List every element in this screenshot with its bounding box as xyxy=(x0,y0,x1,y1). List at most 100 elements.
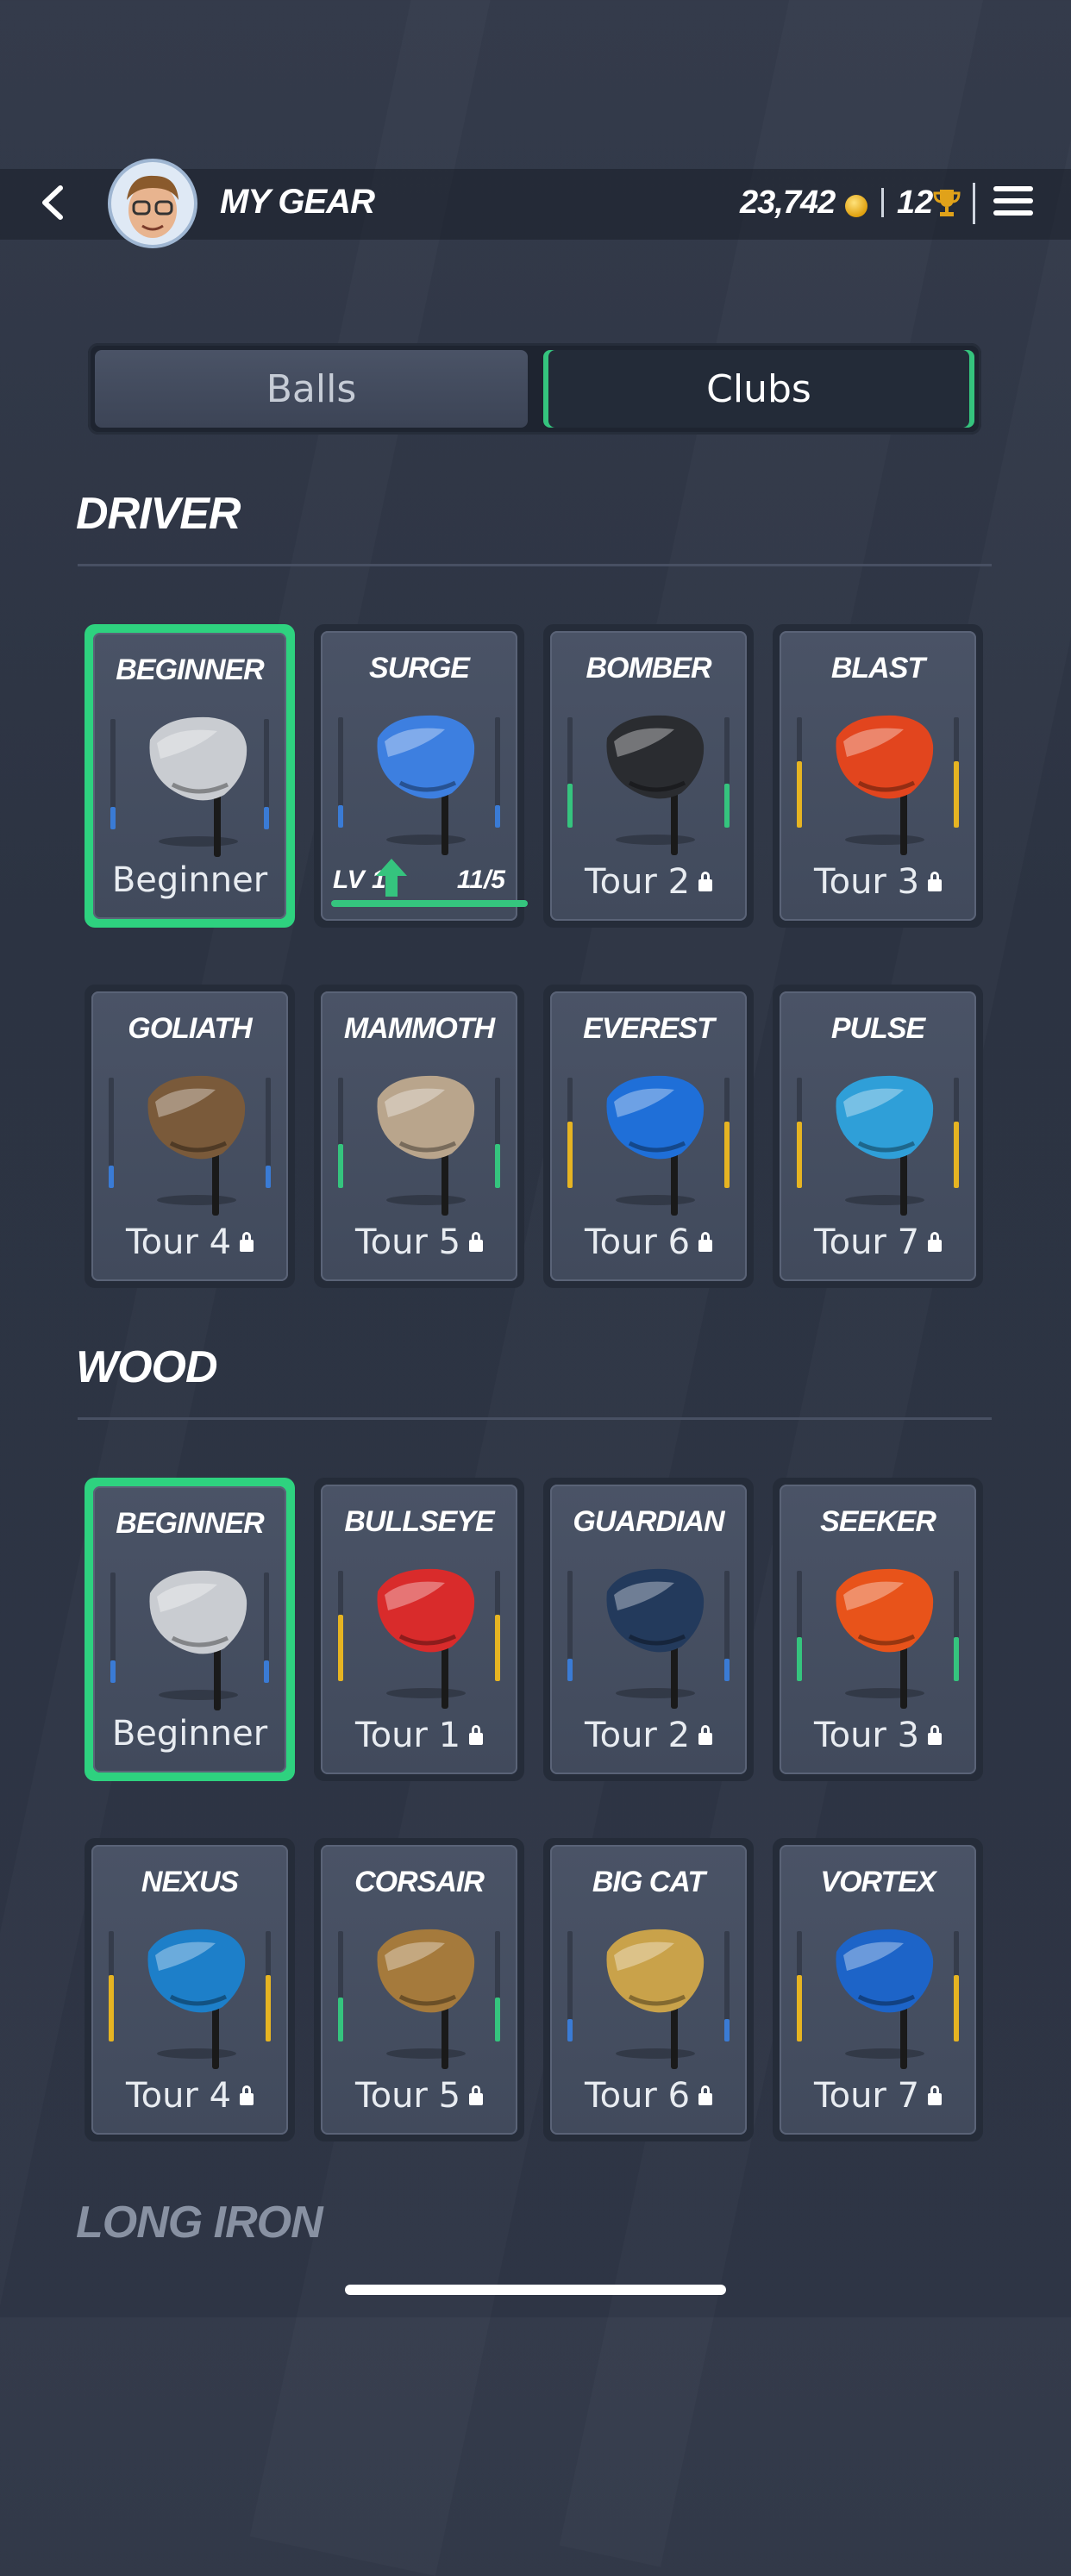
club-head-icon xyxy=(836,1568,934,1709)
back-arrow-icon[interactable] xyxy=(34,183,74,222)
lock-icon xyxy=(928,872,943,891)
tab-clubs[interactable]: Clubs xyxy=(543,350,974,428)
lock-icon xyxy=(240,1232,254,1252)
stat-bar-right xyxy=(264,719,269,829)
divider xyxy=(881,188,884,217)
stat-bar-left xyxy=(338,1078,343,1188)
tier-text: Tour 3 xyxy=(813,1716,920,1755)
stat-bar-right xyxy=(724,1931,730,2041)
hamburger-menu-icon[interactable] xyxy=(993,183,1033,222)
club-tier-label: Tour 1 xyxy=(321,1716,517,1755)
club-name: SEEKER xyxy=(820,1505,936,1538)
tab-balls[interactable]: Balls xyxy=(95,350,528,428)
club-card-body: GOLIATH Tour 4 xyxy=(91,991,288,1281)
tier-text: Tour 2 xyxy=(584,1716,691,1755)
stat-bar-left xyxy=(338,717,343,828)
lock-icon xyxy=(469,1232,484,1252)
lock-icon xyxy=(928,2085,943,2105)
club-card-body: EVEREST Tour 6 xyxy=(550,991,747,1281)
stat-bar-left xyxy=(797,1571,802,1681)
stat-bar-right xyxy=(264,1572,269,1683)
club-card[interactable]: CORSAIR Tour 5 xyxy=(314,1838,524,2141)
club-card[interactable]: NEXUS Tour 4 xyxy=(85,1838,295,2141)
club-card[interactable]: PULSE Tour 7 xyxy=(773,985,983,1288)
club-card-body: BEGINNER Beginner xyxy=(93,633,286,919)
stat-bar-right xyxy=(495,1931,500,2041)
lock-icon xyxy=(240,2085,254,2105)
club-card[interactable]: MAMMOTH Tour 5 xyxy=(314,985,524,1288)
club-name: BEGINNER xyxy=(116,1507,264,1540)
club-card-body: NEXUS Tour 4 xyxy=(91,1845,288,2135)
section-divider xyxy=(78,564,992,566)
lock-icon xyxy=(698,872,713,891)
club-tier-label: Beginner xyxy=(93,1714,286,1754)
tier-text: Tour 5 xyxy=(354,2076,461,2116)
club-head-icon xyxy=(149,1570,247,1710)
stat-bar-right xyxy=(724,1571,730,1681)
stat-bar-left xyxy=(109,1931,114,2041)
stat-bar-right xyxy=(495,1571,500,1681)
club-name: BOMBER xyxy=(586,652,711,685)
club-tier-label: Tour 6 xyxy=(550,2076,747,2116)
lock-icon xyxy=(928,1725,943,1745)
club-card[interactable]: SURGE LV 1 11/5 xyxy=(314,624,528,928)
tier-text: Tour 6 xyxy=(584,1222,691,1262)
lock-icon xyxy=(469,1725,484,1745)
club-card[interactable]: VORTEX Tour 7 xyxy=(773,1838,983,2141)
stat-bar-right xyxy=(266,1931,271,2041)
club-name: VORTEX xyxy=(820,1866,936,1898)
stat-bar-right xyxy=(954,1931,959,2041)
club-card[interactable]: BIG CAT Tour 6 xyxy=(543,1838,754,2141)
tier-text: Tour 2 xyxy=(584,862,691,902)
club-name: EVEREST xyxy=(583,1012,715,1045)
club-name: BIG CAT xyxy=(592,1866,705,1898)
stat-bar-right xyxy=(724,717,730,828)
club-card-body: SEEKER Tour 3 xyxy=(780,1485,976,1774)
stat-bar-right xyxy=(266,1078,271,1188)
tier-text: Beginner xyxy=(111,1714,268,1754)
upgrade-arrow-icon xyxy=(376,859,407,897)
tier-text: Tour 1 xyxy=(354,1716,461,1755)
club-card[interactable]: BEGINNER Beginner xyxy=(85,624,295,928)
tier-text: Tour 4 xyxy=(125,1222,232,1262)
club-head-icon xyxy=(147,1929,246,2069)
club-card[interactable]: SEEKER Tour 3 xyxy=(773,1478,983,1781)
club-head-icon xyxy=(606,1929,705,2069)
lock-icon xyxy=(698,1232,713,1252)
coin-balance: 23,742 xyxy=(740,184,836,221)
club-card-body: PULSE Tour 7 xyxy=(780,991,976,1281)
club-tier-label: Beginner xyxy=(93,860,286,900)
stat-bar-right xyxy=(954,1078,959,1188)
club-head-icon xyxy=(606,1075,705,1216)
stat-bar-left xyxy=(109,1078,114,1188)
stat-bar-left xyxy=(110,1572,116,1683)
club-head-icon xyxy=(606,1568,705,1709)
club-card[interactable]: BLAST Tour 3 xyxy=(773,624,983,928)
club-card[interactable]: EVEREST Tour 6 xyxy=(543,985,754,1288)
club-card-body: CORSAIR Tour 5 xyxy=(321,1845,517,2135)
avatar[interactable] xyxy=(108,159,197,248)
avatar-face-icon xyxy=(127,175,178,238)
club-card-body: BLAST Tour 3 xyxy=(780,631,976,921)
trophy-icon xyxy=(933,190,961,216)
lock-icon xyxy=(469,2085,484,2105)
club-head-icon xyxy=(377,1568,475,1709)
club-name: BULLSEYE xyxy=(344,1505,494,1538)
section-divider xyxy=(78,1417,992,1420)
club-name: MAMMOTH xyxy=(343,1012,495,1045)
level-row: LV 1 11/5 xyxy=(333,859,505,897)
club-card[interactable]: GUARDIAN Tour 2 xyxy=(543,1478,754,1781)
stat-bar-left xyxy=(797,1078,802,1188)
club-card[interactable]: BOMBER Tour 2 xyxy=(543,624,754,928)
stat-bar-left xyxy=(567,1078,573,1188)
club-card[interactable]: BEGINNER Beginner xyxy=(85,1478,295,1781)
club-card[interactable]: GOLIATH Tour 4 xyxy=(85,985,295,1288)
page-title: MY GEAR xyxy=(220,183,375,221)
club-card[interactable]: BULLSEYE Tour 1 xyxy=(314,1478,524,1781)
upgrade-count: 11/5 xyxy=(456,866,505,894)
section-title-driver: DRIVER xyxy=(76,489,241,539)
club-card-body: GUARDIAN Tour 2 xyxy=(550,1485,747,1774)
club-tier-label: Tour 7 xyxy=(780,1222,976,1262)
club-name: BEGINNER xyxy=(116,653,264,686)
stat-bar-right xyxy=(954,1571,959,1681)
